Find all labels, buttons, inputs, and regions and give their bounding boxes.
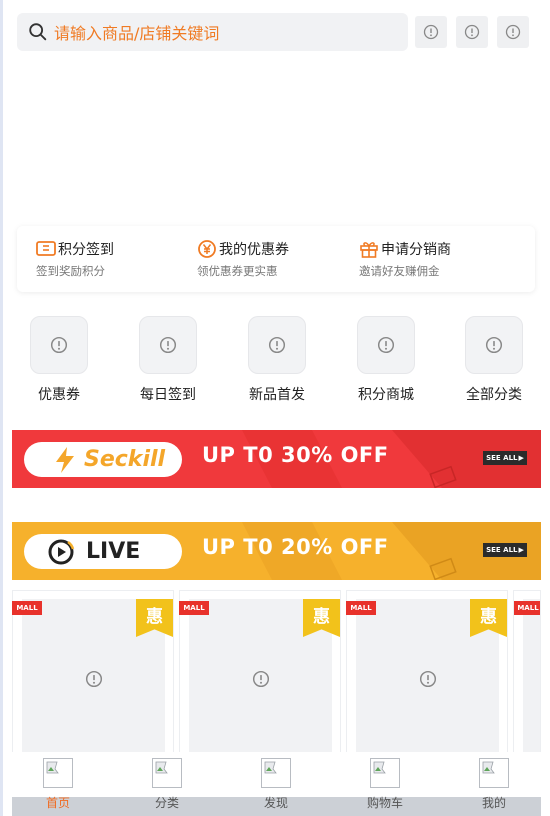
search-bar[interactable]: 请输入商品/店铺关键词 xyxy=(17,13,408,51)
category-label: 优惠券 xyxy=(38,387,80,403)
broken-image-icon xyxy=(370,758,400,788)
mall-tag: MALL xyxy=(346,601,376,615)
tab-categories[interactable]: 分类 xyxy=(147,758,187,811)
quick-link-subtitle: 签到奖励积分 xyxy=(36,264,105,278)
tab-label: 发现 xyxy=(263,796,288,810)
product-card[interactable]: MALL 惠 xyxy=(179,590,341,770)
info-icon xyxy=(485,336,503,354)
play-arrow-icon: ▶ xyxy=(518,546,524,554)
left-edge-line xyxy=(0,0,3,816)
seckill-headline: UP T0 30% OFF xyxy=(202,443,389,467)
mall-tag: MALL xyxy=(179,601,209,615)
product-card-partial[interactable]: MALL xyxy=(513,590,541,770)
quick-link-title: 我的优惠券 xyxy=(219,242,289,258)
tab-home[interactable]: 首页 xyxy=(38,758,78,811)
quick-link-subtitle: 邀请好友赚佣金 xyxy=(359,264,440,278)
ticket-icon xyxy=(36,241,56,256)
broken-image-icon xyxy=(261,758,291,788)
tab-label: 首页 xyxy=(45,796,70,810)
info-icon xyxy=(85,670,102,688)
live-headline: UP T0 20% OFF xyxy=(202,535,389,559)
header-info-icon-2[interactable] xyxy=(456,16,488,48)
seckill-pill-text: Seckill xyxy=(84,447,166,472)
product-card[interactable]: MALL 惠 xyxy=(12,590,174,770)
info-icon xyxy=(268,336,286,354)
info-icon xyxy=(423,24,439,40)
yen-coin-icon xyxy=(198,240,216,258)
header-info-icon-3[interactable] xyxy=(497,16,529,48)
search-placeholder: 请输入商品/店铺关键词 xyxy=(54,24,220,43)
info-icon xyxy=(377,336,395,354)
see-all-button[interactable]: SEE ALL ▶ xyxy=(483,451,527,465)
product-card[interactable]: MALL 惠 xyxy=(346,590,508,770)
lightning-icon xyxy=(56,446,74,473)
category-all[interactable]: 全部分类 xyxy=(465,316,523,404)
broken-image-icon xyxy=(43,758,73,788)
category-label: 每日签到 xyxy=(140,387,196,403)
product-image-placeholder xyxy=(523,599,540,759)
info-icon xyxy=(50,336,68,354)
category-label: 新品首发 xyxy=(249,387,305,403)
live-play-icon xyxy=(48,539,75,564)
category-label: 全部分类 xyxy=(466,387,522,403)
quick-link-apply-distributor[interactable]: 申请分销商 邀请好友赚佣金 xyxy=(359,238,451,279)
bottom-tab-bar: 首页 分类 发现 购物车 我的 xyxy=(12,752,541,816)
info-icon xyxy=(252,670,269,688)
info-icon xyxy=(419,670,436,688)
quick-link-points-signin[interactable]: 积分签到 签到奖励积分 xyxy=(36,238,114,279)
info-icon xyxy=(159,336,177,354)
gift-icon xyxy=(360,242,378,258)
quick-links-card: 积分签到 签到奖励积分 我的优惠券 领优惠券更实惠 申请分销商 邀请好友赚佣金 xyxy=(17,226,535,292)
quick-link-title: 积分签到 xyxy=(58,242,114,258)
info-icon xyxy=(464,24,480,40)
live-banner[interactable]: LIVE UP T0 20% OFF SEE ALL ▶ xyxy=(12,522,541,580)
broken-image-icon xyxy=(479,758,509,788)
seckill-banner[interactable]: Seckill UP T0 30% OFF SEE ALL ▶ xyxy=(12,430,541,488)
info-icon xyxy=(505,24,521,40)
quick-link-title: 申请分销商 xyxy=(381,242,451,258)
category-daily-signin[interactable]: 每日签到 xyxy=(139,316,197,404)
tab-mine[interactable]: 我的 xyxy=(474,758,514,811)
mall-tag: MALL xyxy=(12,601,42,615)
live-pill-text: LIVE xyxy=(86,539,141,564)
tab-discover[interactable]: 发现 xyxy=(256,758,296,811)
mall-tag: MALL xyxy=(514,601,540,615)
quick-link-my-coupons[interactable]: 我的优惠券 领优惠券更实惠 xyxy=(197,238,289,279)
see-all-label: SEE ALL xyxy=(486,546,518,554)
broken-image-icon xyxy=(152,758,182,788)
category-new-arrivals[interactable]: 新品首发 xyxy=(248,316,306,404)
header-info-icon-1[interactable] xyxy=(415,16,447,48)
live-pill: LIVE xyxy=(24,534,182,569)
tab-label: 我的 xyxy=(481,796,506,810)
quick-link-subtitle: 领优惠券更实惠 xyxy=(197,264,278,278)
see-all-label: SEE ALL xyxy=(486,454,518,462)
tab-cart[interactable]: 购物车 xyxy=(365,758,405,811)
tab-label: 分类 xyxy=(154,796,179,810)
category-label: 积分商城 xyxy=(358,387,414,403)
seckill-pill: Seckill xyxy=(24,442,182,477)
play-arrow-icon: ▶ xyxy=(518,454,524,462)
tab-label: 购物车 xyxy=(366,796,403,810)
category-points-mall[interactable]: 积分商城 xyxy=(357,316,415,404)
see-all-button[interactable]: SEE ALL ▶ xyxy=(483,543,527,557)
search-icon xyxy=(29,23,47,41)
category-coupons[interactable]: 优惠券 xyxy=(30,316,88,404)
